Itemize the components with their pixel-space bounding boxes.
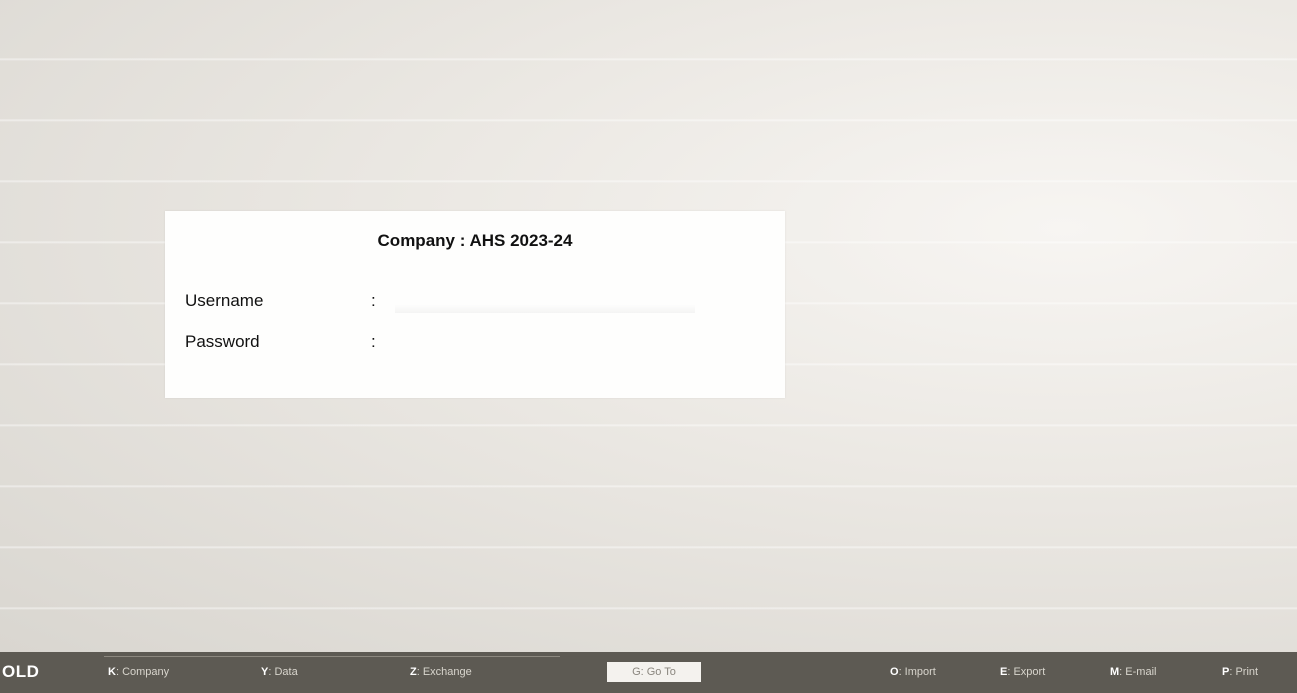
import-button[interactable]: O: Import — [890, 666, 936, 678]
password-label: Password — [185, 332, 260, 351]
username-row: Username : — [185, 291, 765, 313]
username-input[interactable] — [395, 291, 695, 313]
exchange-button[interactable]: Z: Exchange — [410, 666, 472, 678]
export-button[interactable]: E: Export — [1000, 666, 1045, 678]
print-button[interactable]: P: Print — [1222, 666, 1258, 678]
data-label: : Data — [268, 666, 298, 678]
company-title: Company : AHS 2023-24 — [377, 231, 573, 250]
username-label: Username — [185, 291, 264, 310]
import-label: : Import — [898, 666, 936, 678]
email-label: : E-mail — [1119, 666, 1157, 678]
go-to-label: : Go To — [640, 666, 676, 678]
go-to-button[interactable]: G: Go To — [607, 662, 701, 682]
data-button[interactable]: Y: Data — [261, 666, 298, 678]
password-separator: : — [371, 332, 376, 351]
go-to-key: G — [632, 666, 641, 678]
login-dialog: Company : AHS 2023-24 Username : Passwor… — [165, 211, 785, 398]
company-label: : Company — [115, 666, 170, 678]
export-label: : Export — [1007, 666, 1046, 678]
password-input[interactable] — [395, 332, 695, 354]
import-key: O — [890, 666, 899, 678]
email-button[interactable]: M: E-mail — [1110, 666, 1156, 678]
exchange-key: Z — [410, 666, 417, 678]
email-key: M — [1110, 666, 1120, 678]
print-label: : Print — [1229, 666, 1259, 678]
bar-divider — [104, 656, 560, 657]
product-logo: OLD — [0, 652, 90, 693]
password-row: Password : — [185, 332, 765, 354]
company-button[interactable]: K: Company — [108, 666, 169, 678]
username-separator: : — [371, 291, 376, 310]
exchange-label: : Exchange — [416, 666, 472, 678]
bottom-button-bar: OLD K: Company Y: Data Z: Exchange G: Go… — [0, 652, 1297, 693]
company-key: K — [108, 666, 116, 678]
product-brand-text: OLD — [2, 662, 40, 681]
